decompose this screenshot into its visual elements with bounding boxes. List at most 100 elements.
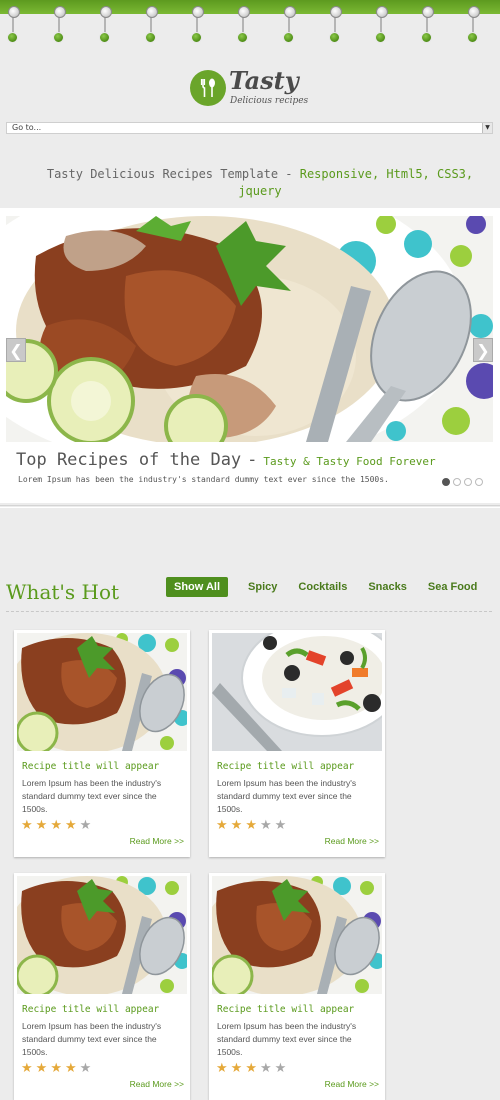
recipe-title[interactable]: Recipe title will appear bbox=[22, 1004, 159, 1015]
recipe-title[interactable]: Recipe title will appear bbox=[217, 761, 354, 772]
binding-hole-icon bbox=[191, 32, 202, 43]
star-icon: ★ bbox=[216, 1061, 228, 1076]
slider-dot[interactable] bbox=[453, 478, 461, 486]
dropdown-arrow-icon[interactable]: ▼ bbox=[482, 123, 492, 133]
star-icon: ★ bbox=[64, 1061, 77, 1076]
recipe-card[interactable]: Recipe title will appear Lorem Ipsum has … bbox=[14, 873, 190, 1100]
ring-stem bbox=[334, 17, 336, 33]
star-icon: ★ bbox=[245, 818, 257, 833]
star-icon: ★ bbox=[259, 818, 272, 833]
binding-ring-icon bbox=[468, 6, 480, 18]
recipe-image[interactable] bbox=[212, 633, 382, 751]
read-more-link[interactable]: Read More >> bbox=[325, 1079, 379, 1089]
star-icon: ★ bbox=[64, 818, 77, 833]
star-icon: ★ bbox=[21, 818, 33, 833]
binding-ring-icon bbox=[192, 6, 204, 18]
star-icon: ★ bbox=[79, 818, 92, 833]
star-icon: ★ bbox=[79, 1061, 92, 1076]
ring-stem bbox=[242, 17, 244, 33]
binding-hole-icon bbox=[329, 32, 340, 43]
recipe-image[interactable] bbox=[212, 876, 382, 994]
recipe-card[interactable]: Recipe title will appear Lorem Ipsum has … bbox=[14, 630, 190, 857]
star-icon: ★ bbox=[35, 1061, 48, 1076]
binding-hole-icon bbox=[145, 32, 156, 43]
ring-stem bbox=[426, 17, 428, 33]
star-icon: ★ bbox=[274, 1061, 287, 1076]
slider-prev-button[interactable]: ❮ bbox=[6, 338, 26, 362]
star-icon: ★ bbox=[216, 818, 228, 833]
chevron-left-icon: ❮ bbox=[9, 341, 23, 360]
star-icon: ★ bbox=[245, 1061, 257, 1076]
slider-pager bbox=[442, 478, 483, 486]
recipe-excerpt: Lorem Ipsum has been the industry's stan… bbox=[217, 778, 357, 814]
recipe-excerpt: Lorem Ipsum has been the industry's stan… bbox=[217, 1021, 357, 1057]
slider-dot[interactable] bbox=[475, 478, 483, 486]
star-icon: ★ bbox=[50, 1061, 62, 1076]
filter-show-all[interactable]: Show All bbox=[166, 577, 229, 597]
filter-snacks[interactable]: Snacks bbox=[368, 577, 407, 597]
recipe-card[interactable]: Recipe title will appear Lorem Ipsum has … bbox=[209, 630, 385, 857]
goto-select-value: Go to... bbox=[12, 123, 42, 132]
slider-image bbox=[6, 216, 493, 442]
slider-separator: - bbox=[247, 450, 258, 470]
ring-stem bbox=[58, 17, 60, 33]
ring-stem bbox=[380, 17, 382, 33]
recipe-title[interactable]: Recipe title will appear bbox=[217, 1004, 354, 1015]
star-rating: ★ ★ ★ ★ ★ bbox=[216, 819, 286, 832]
binding-hole-icon bbox=[53, 32, 64, 43]
section-divider bbox=[0, 505, 500, 508]
logo-icon[interactable] bbox=[190, 70, 226, 106]
recipe-title[interactable]: Recipe title will appear bbox=[22, 761, 159, 772]
category-filters: Show All Spicy Cocktails Snacks Sea Food bbox=[166, 577, 498, 597]
binding-ring-icon bbox=[100, 6, 112, 18]
ring-stem bbox=[12, 17, 14, 33]
binding-ring-icon bbox=[8, 6, 20, 18]
logo-title[interactable]: Tasty bbox=[229, 66, 299, 95]
logo-subtitle: Delicious recipes bbox=[230, 96, 309, 106]
filter-cocktails[interactable]: Cocktails bbox=[298, 577, 347, 597]
star-rating: ★ ★ ★ ★ ★ bbox=[21, 1062, 91, 1075]
filter-spicy[interactable]: Spicy bbox=[248, 577, 277, 597]
slider-dot[interactable] bbox=[442, 478, 450, 486]
fork-spoon-icon bbox=[200, 78, 215, 97]
star-icon: ★ bbox=[230, 1061, 243, 1076]
star-icon: ★ bbox=[274, 818, 287, 833]
read-more-link[interactable]: Read More >> bbox=[130, 836, 184, 846]
binding-hole-icon bbox=[283, 32, 294, 43]
site-tagline: Tasty Delicious Recipes Template - Respo… bbox=[30, 166, 490, 200]
binding-hole-icon bbox=[237, 32, 248, 43]
whats-hot-rule bbox=[6, 611, 492, 612]
ring-stem bbox=[196, 17, 198, 33]
slider-dot[interactable] bbox=[464, 478, 472, 486]
star-rating: ★ ★ ★ ★ ★ bbox=[21, 819, 91, 832]
recipe-card[interactable]: Recipe title will appear Lorem Ipsum has … bbox=[209, 873, 385, 1100]
slider-next-button[interactable]: ❯ bbox=[473, 338, 493, 362]
binding-hole-icon bbox=[467, 32, 478, 43]
binding-ring-icon bbox=[422, 6, 434, 18]
ring-stem bbox=[472, 17, 474, 33]
slider-title: Top Recipes of the Day bbox=[16, 450, 242, 470]
binding-ring-icon bbox=[284, 6, 296, 18]
binding-ring-icon bbox=[238, 6, 250, 18]
recipe-excerpt: Lorem Ipsum has been the industry's stan… bbox=[22, 1021, 162, 1057]
star-icon: ★ bbox=[259, 1061, 272, 1076]
read-more-link[interactable]: Read More >> bbox=[325, 836, 379, 846]
ring-stem bbox=[150, 17, 152, 33]
binding-hole-icon bbox=[375, 32, 386, 43]
recipe-image[interactable] bbox=[17, 633, 187, 751]
recipe-image[interactable] bbox=[17, 876, 187, 994]
ring-stem bbox=[104, 17, 106, 33]
binding-ring-icon bbox=[54, 6, 66, 18]
binding-ring-icon bbox=[330, 6, 342, 18]
binding-hole-icon bbox=[99, 32, 110, 43]
goto-select[interactable]: Go to... ▼ bbox=[6, 122, 493, 134]
tagline-main: Tasty Delicious Recipes Template - bbox=[46, 167, 300, 181]
binding-ring-icon bbox=[146, 6, 158, 18]
read-more-link[interactable]: Read More >> bbox=[130, 1079, 184, 1089]
binding-hole-icon bbox=[7, 32, 18, 43]
star-rating: ★ ★ ★ ★ ★ bbox=[216, 1062, 286, 1075]
binding-hole-icon bbox=[421, 32, 432, 43]
star-icon: ★ bbox=[50, 818, 62, 833]
filter-sea-food[interactable]: Sea Food bbox=[428, 577, 478, 597]
recipe-excerpt: Lorem Ipsum has been the industry's stan… bbox=[22, 778, 162, 814]
